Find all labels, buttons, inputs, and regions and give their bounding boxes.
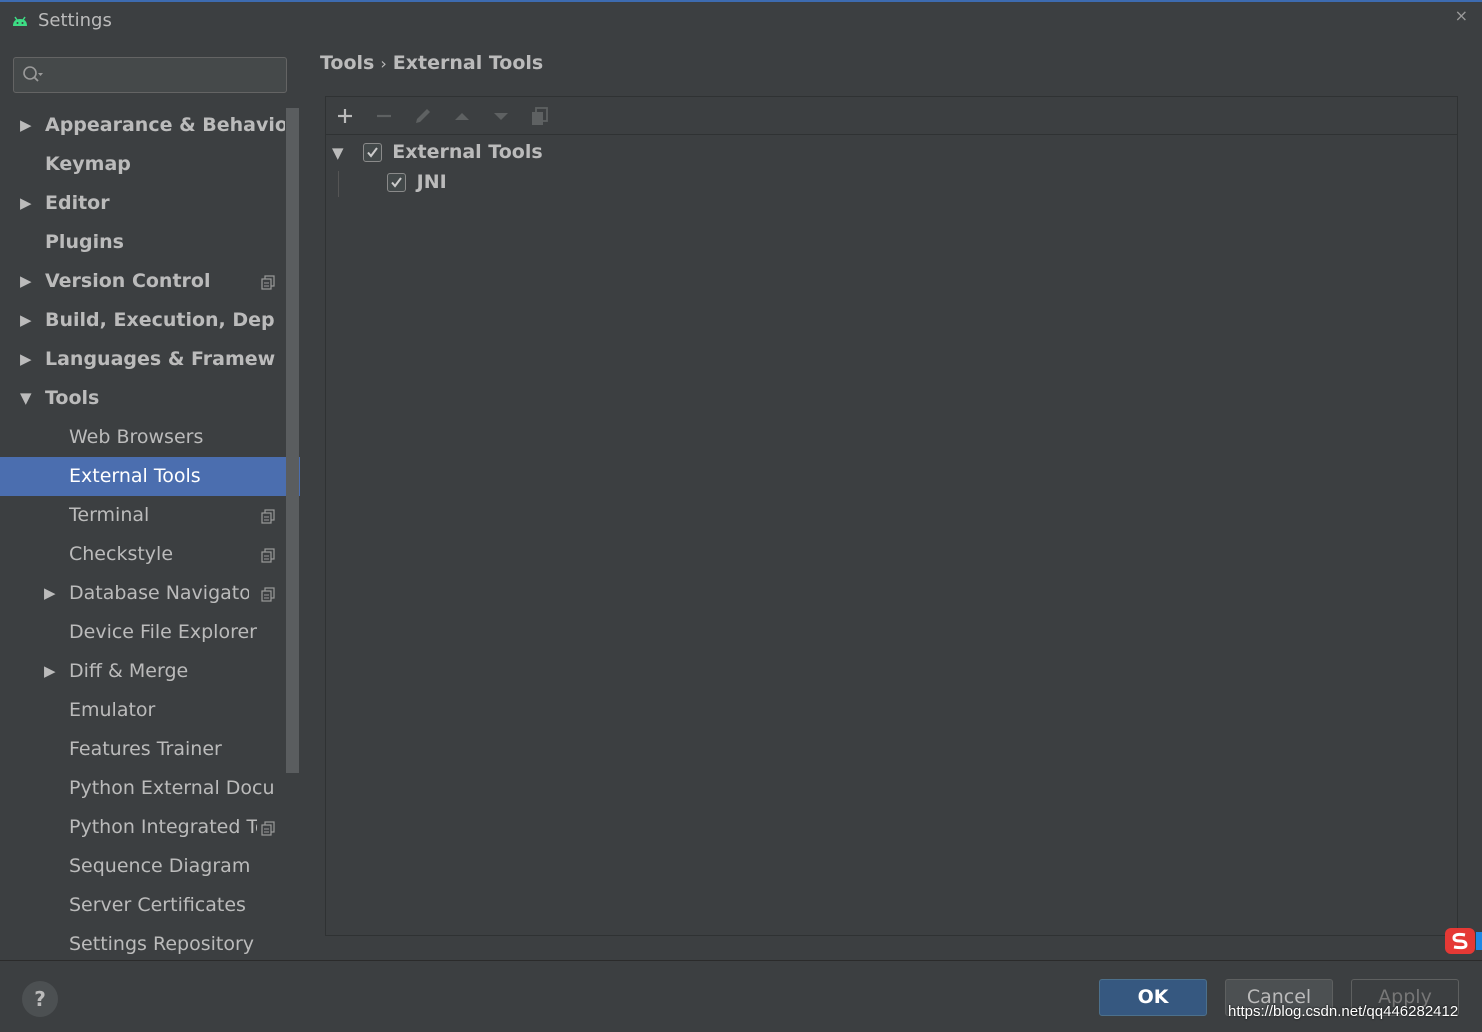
sidebar-item-label: Diff & Merge (69, 660, 189, 682)
sidebar-item-label: Languages & Frameworks (45, 348, 275, 370)
sidebar-item-settings-repository[interactable]: Settings Repository (0, 925, 286, 960)
ime-logo-icon (1445, 928, 1482, 954)
move-down-icon[interactable] (490, 105, 512, 127)
project-settings-icon (261, 821, 275, 836)
sidebar-item-server-certificates[interactable]: Server Certificates (0, 886, 286, 925)
expand-arrow-icon[interactable]: ▶ (20, 106, 32, 145)
project-settings-icon (261, 275, 275, 290)
move-up-icon[interactable] (451, 105, 473, 127)
sidebar-item-sequence-diagram[interactable]: Sequence Diagram (0, 847, 286, 886)
sidebar-item-database-navigator[interactable]: ▶ Database Navigator (0, 574, 286, 613)
sidebar-item-label: Checkstyle (69, 543, 174, 565)
sidebar-item-label: Appearance & Behavior (45, 114, 285, 136)
sidebar-item-label: Emulator (69, 699, 156, 721)
close-icon[interactable]: × (1455, 6, 1468, 25)
add-icon[interactable] (334, 105, 356, 127)
sidebar-item-terminal[interactable]: Terminal (0, 496, 286, 535)
search-box[interactable] (13, 57, 287, 93)
expand-arrow-icon[interactable]: ▶ (20, 301, 32, 340)
sidebar-item-label: Features Trainer (69, 738, 222, 760)
group-label: External Tools (392, 141, 543, 163)
sidebar-item-label: Editor (45, 192, 110, 214)
external-tools-panel: ▼ External Tools JNI (325, 96, 1458, 936)
remove-icon[interactable] (373, 105, 395, 127)
sidebar-item-keymap[interactable]: Keymap (0, 145, 286, 184)
sidebar-item-tools[interactable]: ▼ Tools (0, 379, 286, 418)
sidebar-item-features-trainer[interactable]: Features Trainer (0, 730, 286, 769)
breadcrumb-current: External Tools (392, 52, 544, 74)
tool-row-jni[interactable]: JNI (387, 167, 447, 197)
sidebar-item-languages[interactable]: ▶ Languages & Frameworks (0, 340, 286, 379)
sidebar-item-editor[interactable]: ▶ Editor (0, 184, 286, 223)
sidebar-item-label: Settings Repository (69, 933, 254, 955)
sidebar-item-label: Keymap (45, 153, 131, 175)
sidebar-item-build[interactable]: ▶ Build, Execution, Deployment (0, 301, 286, 340)
sidebar-item-label: Server Certificates (69, 894, 246, 916)
sidebar-item-version-control[interactable]: ▶ Version Control (0, 262, 286, 301)
project-settings-icon (261, 509, 275, 524)
sidebar-item-web-browsers[interactable]: Web Browsers (0, 418, 286, 457)
tree-guide-line (338, 171, 339, 197)
project-settings-icon (261, 587, 275, 602)
sidebar-item-label: Terminal (69, 504, 150, 526)
search-icon[interactable] (22, 65, 44, 85)
window-title: Settings (38, 10, 112, 31)
sidebar-item-label: Tools (45, 387, 100, 409)
title-bar: Settings × (0, 0, 1482, 42)
sidebar-item-label: Python Integrated Tools (69, 816, 257, 838)
breadcrumb: Tools › External Tools (320, 52, 543, 74)
ok-button[interactable]: OK (1099, 979, 1207, 1016)
sidebar-item-python-external-docs[interactable]: Python External Documentation (0, 769, 286, 808)
sidebar-item-plugins[interactable]: Plugins (0, 223, 286, 262)
sidebar-item-checkstyle[interactable]: Checkstyle (0, 535, 286, 574)
help-button[interactable]: ? (22, 981, 58, 1017)
sidebar-item-appearance[interactable]: ▶ Appearance & Behavior (0, 106, 286, 145)
group-checkbox[interactable] (362, 143, 382, 162)
tools-group-row[interactable]: ▼ External Tools (332, 137, 543, 167)
breadcrumb-parent[interactable]: Tools (320, 52, 374, 74)
search-input[interactable] (54, 62, 279, 88)
android-icon (13, 16, 27, 26)
dialog-footer: ? OK Cancel Apply (0, 960, 1482, 1032)
sidebar-item-label: Database Navigator (69, 582, 249, 604)
copy-icon[interactable] (529, 105, 551, 127)
sidebar-item-label: Device File Explorer (69, 621, 257, 643)
sidebar-item-diff-merge[interactable]: ▶ Diff & Merge (0, 652, 286, 691)
expand-arrow-icon[interactable]: ▶ (20, 262, 32, 301)
tool-label: JNI (416, 171, 447, 193)
edit-icon[interactable] (412, 105, 434, 127)
sidebar-item-emulator[interactable]: Emulator (0, 691, 286, 730)
tools-toolbar (326, 97, 1457, 135)
collapse-arrow-icon[interactable]: ▼ (20, 379, 32, 418)
sidebar-item-external-tools[interactable]: External Tools (0, 457, 300, 496)
expand-arrow-icon[interactable]: ▶ (20, 340, 32, 379)
sidebar-item-python-integrated-tools[interactable]: Python Integrated Tools (0, 808, 286, 847)
tool-checkbox[interactable] (387, 173, 406, 192)
sidebar-item-label: Version Control (45, 270, 211, 292)
sidebar-scrollbar[interactable] (286, 108, 299, 773)
sidebar-item-label: Web Browsers (69, 426, 204, 448)
sidebar-item-device-file-explorer[interactable]: Device File Explorer (0, 613, 286, 652)
settings-sidebar: ▶ Appearance & Behavior Keymap ▶ Editor … (0, 42, 300, 960)
expand-arrow-icon[interactable]: ▶ (44, 574, 56, 613)
breadcrumb-separator: › (380, 54, 387, 73)
sidebar-item-label: External Tools (69, 465, 201, 487)
watermark-text: https://blog.csdn.net/qq446282412 (1228, 1003, 1459, 1020)
sidebar-item-label: Sequence Diagram (69, 855, 251, 877)
sidebar-item-label: Build, Execution, Deployment (45, 309, 275, 331)
collapse-arrow-icon[interactable]: ▼ (332, 138, 356, 168)
sidebar-item-label: Plugins (45, 231, 124, 253)
sidebar-item-label: Python External Documentation (69, 777, 276, 799)
expand-arrow-icon[interactable]: ▶ (20, 184, 32, 223)
project-settings-icon (261, 548, 275, 563)
settings-tree: ▶ Appearance & Behavior Keymap ▶ Editor … (0, 106, 300, 960)
settings-content: Tools › External Tools ▼ External Tools … (300, 42, 1482, 960)
expand-arrow-icon[interactable]: ▶ (44, 652, 56, 691)
